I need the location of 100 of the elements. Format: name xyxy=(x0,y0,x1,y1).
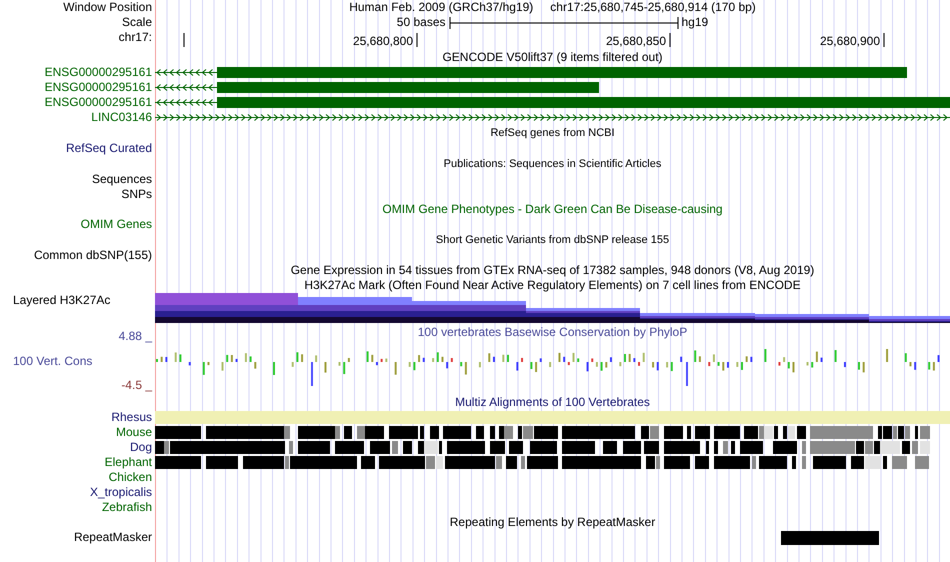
conservation-bar xyxy=(338,362,341,366)
gene-label[interactable]: LINC03146 xyxy=(0,110,155,125)
species-label[interactable]: Mouse xyxy=(0,425,155,440)
conservation-bar xyxy=(750,356,752,362)
conservation-bar xyxy=(698,356,701,362)
conservation-bar xyxy=(642,352,645,362)
conservation-bar xyxy=(600,362,603,371)
species-label[interactable]: X_tropicalis xyxy=(0,485,155,500)
conservation-bar xyxy=(718,362,720,366)
conservation-bar xyxy=(464,362,467,375)
conservation-bar xyxy=(540,358,542,362)
conservation-bar xyxy=(530,362,532,370)
gene-model[interactable] xyxy=(155,95,950,110)
conservation-bar xyxy=(904,353,907,362)
conservation-bar xyxy=(638,362,640,366)
conservation-bar xyxy=(226,354,228,362)
conservation-bar xyxy=(816,352,818,362)
conservation-bar xyxy=(371,354,374,362)
track-title: GENCODE V50lift37 (9 items filtered out) xyxy=(442,50,663,65)
conservation-bar xyxy=(670,362,673,372)
conservation-bar xyxy=(394,362,397,375)
conservation-bar xyxy=(250,356,252,362)
track-title: Short Genetic Variants from dbSNP release 155 xyxy=(436,232,670,248)
conservation-bar xyxy=(666,362,668,368)
conservation-bar xyxy=(549,362,552,368)
conservation-bar xyxy=(441,356,444,362)
conservation-bar xyxy=(222,362,224,371)
conservation-bar xyxy=(385,358,388,362)
ruler-label: 25,680,900 xyxy=(820,34,880,48)
species-label[interactable]: Elephant xyxy=(0,455,155,470)
species-label[interactable]: Chicken xyxy=(0,470,155,485)
track-title: Multiz Alignments of 100 Vertebrates xyxy=(455,395,650,410)
track-label[interactable]: RefSeq Curated xyxy=(0,141,155,156)
conservation-bar xyxy=(633,358,636,362)
species-label[interactable]: Rhesus xyxy=(0,410,155,425)
conservation-bar xyxy=(792,362,794,372)
conservation-bar xyxy=(296,352,298,362)
conservation-bar xyxy=(811,362,814,368)
conservation-bar xyxy=(436,352,439,362)
species-label[interactable]: Dog xyxy=(0,440,155,455)
ruler-label: 25,680,850 xyxy=(606,34,666,48)
axis-min-label: -4.5 _ xyxy=(120,378,152,393)
track-title: OMIM Gene Phenotypes - Dark Green Can Be Disease-causing xyxy=(382,202,723,217)
conservation-bar xyxy=(376,362,378,366)
ruler-tick xyxy=(669,33,671,47)
track-title: Repeating Elements by RepeatMasker xyxy=(450,515,656,530)
gene-label[interactable]: ENSG00000295161 xyxy=(0,65,155,80)
row-label: Scale xyxy=(120,15,153,30)
conservation-bar xyxy=(820,358,823,362)
track-label[interactable]: Layered H3K27Ac xyxy=(0,293,155,325)
conservation-bar xyxy=(834,350,837,362)
conservation-bar xyxy=(254,362,256,369)
conservation-bar xyxy=(408,362,411,367)
ruler-tick xyxy=(183,33,185,47)
conservation-bar xyxy=(179,354,182,362)
conservation-bar xyxy=(932,362,935,371)
conservation-bar xyxy=(605,362,608,368)
conservation-bar xyxy=(746,356,748,362)
conservation-bar xyxy=(572,352,575,362)
ruler-label: 25,680,800 xyxy=(352,34,413,48)
conservation-bar xyxy=(596,362,598,367)
track-label[interactable]: SNPs xyxy=(0,187,155,202)
conservation-bar xyxy=(535,362,538,372)
conservation-bar xyxy=(652,362,654,368)
row-label: chr17: xyxy=(118,30,153,46)
conservation-bar xyxy=(202,362,205,375)
conservation-bar xyxy=(292,362,294,367)
conservation-bar xyxy=(478,362,481,368)
track-title: RefSeq genes from NCBI xyxy=(490,126,615,140)
conservation-bar xyxy=(343,362,346,374)
track-title: Gene Expression in 54 tissues from GTEx RNA-seq of 17382 samples, 948 donors (V8, Aug 2019) xyxy=(290,263,814,278)
conservation-bar xyxy=(244,353,247,362)
species-label[interactable]: Zebrafish xyxy=(0,500,155,515)
conservation-bar xyxy=(914,362,916,370)
conservation-bar xyxy=(488,353,490,362)
conservation-bar xyxy=(656,362,659,370)
conservation-bar xyxy=(188,362,191,366)
track-label[interactable]: Sequences xyxy=(0,172,155,187)
conservation-bar xyxy=(230,355,233,362)
track-label[interactable]: 100 Vert. Cons xyxy=(0,354,152,368)
track-label[interactable]: RepeatMasker xyxy=(0,530,155,545)
position-text: chr17:25,680,745-25,680,914 (170 bp) xyxy=(550,0,756,15)
conservation-bar xyxy=(301,354,304,362)
conservation-bar xyxy=(694,350,696,362)
track-label[interactable]: OMIM Genes xyxy=(0,217,155,232)
conservation-bar xyxy=(413,362,416,370)
gene-label[interactable]: ENSG00000295161 xyxy=(0,95,155,110)
conservation-bar xyxy=(492,356,495,362)
conservation-bar xyxy=(736,362,738,367)
conservation-bar xyxy=(726,362,729,368)
conservation-bar xyxy=(422,358,425,362)
conservation-bar xyxy=(708,362,710,366)
conservation-bar xyxy=(502,354,504,362)
conservation-bar xyxy=(722,362,724,371)
conservation-bar xyxy=(938,355,940,362)
conservation-bar xyxy=(568,362,570,366)
track-label[interactable]: Common dbSNP(155) xyxy=(0,248,155,263)
conservation-bar xyxy=(806,362,809,366)
conservation-bar xyxy=(380,358,383,362)
gene-label[interactable]: ENSG00000295161 xyxy=(0,80,155,95)
